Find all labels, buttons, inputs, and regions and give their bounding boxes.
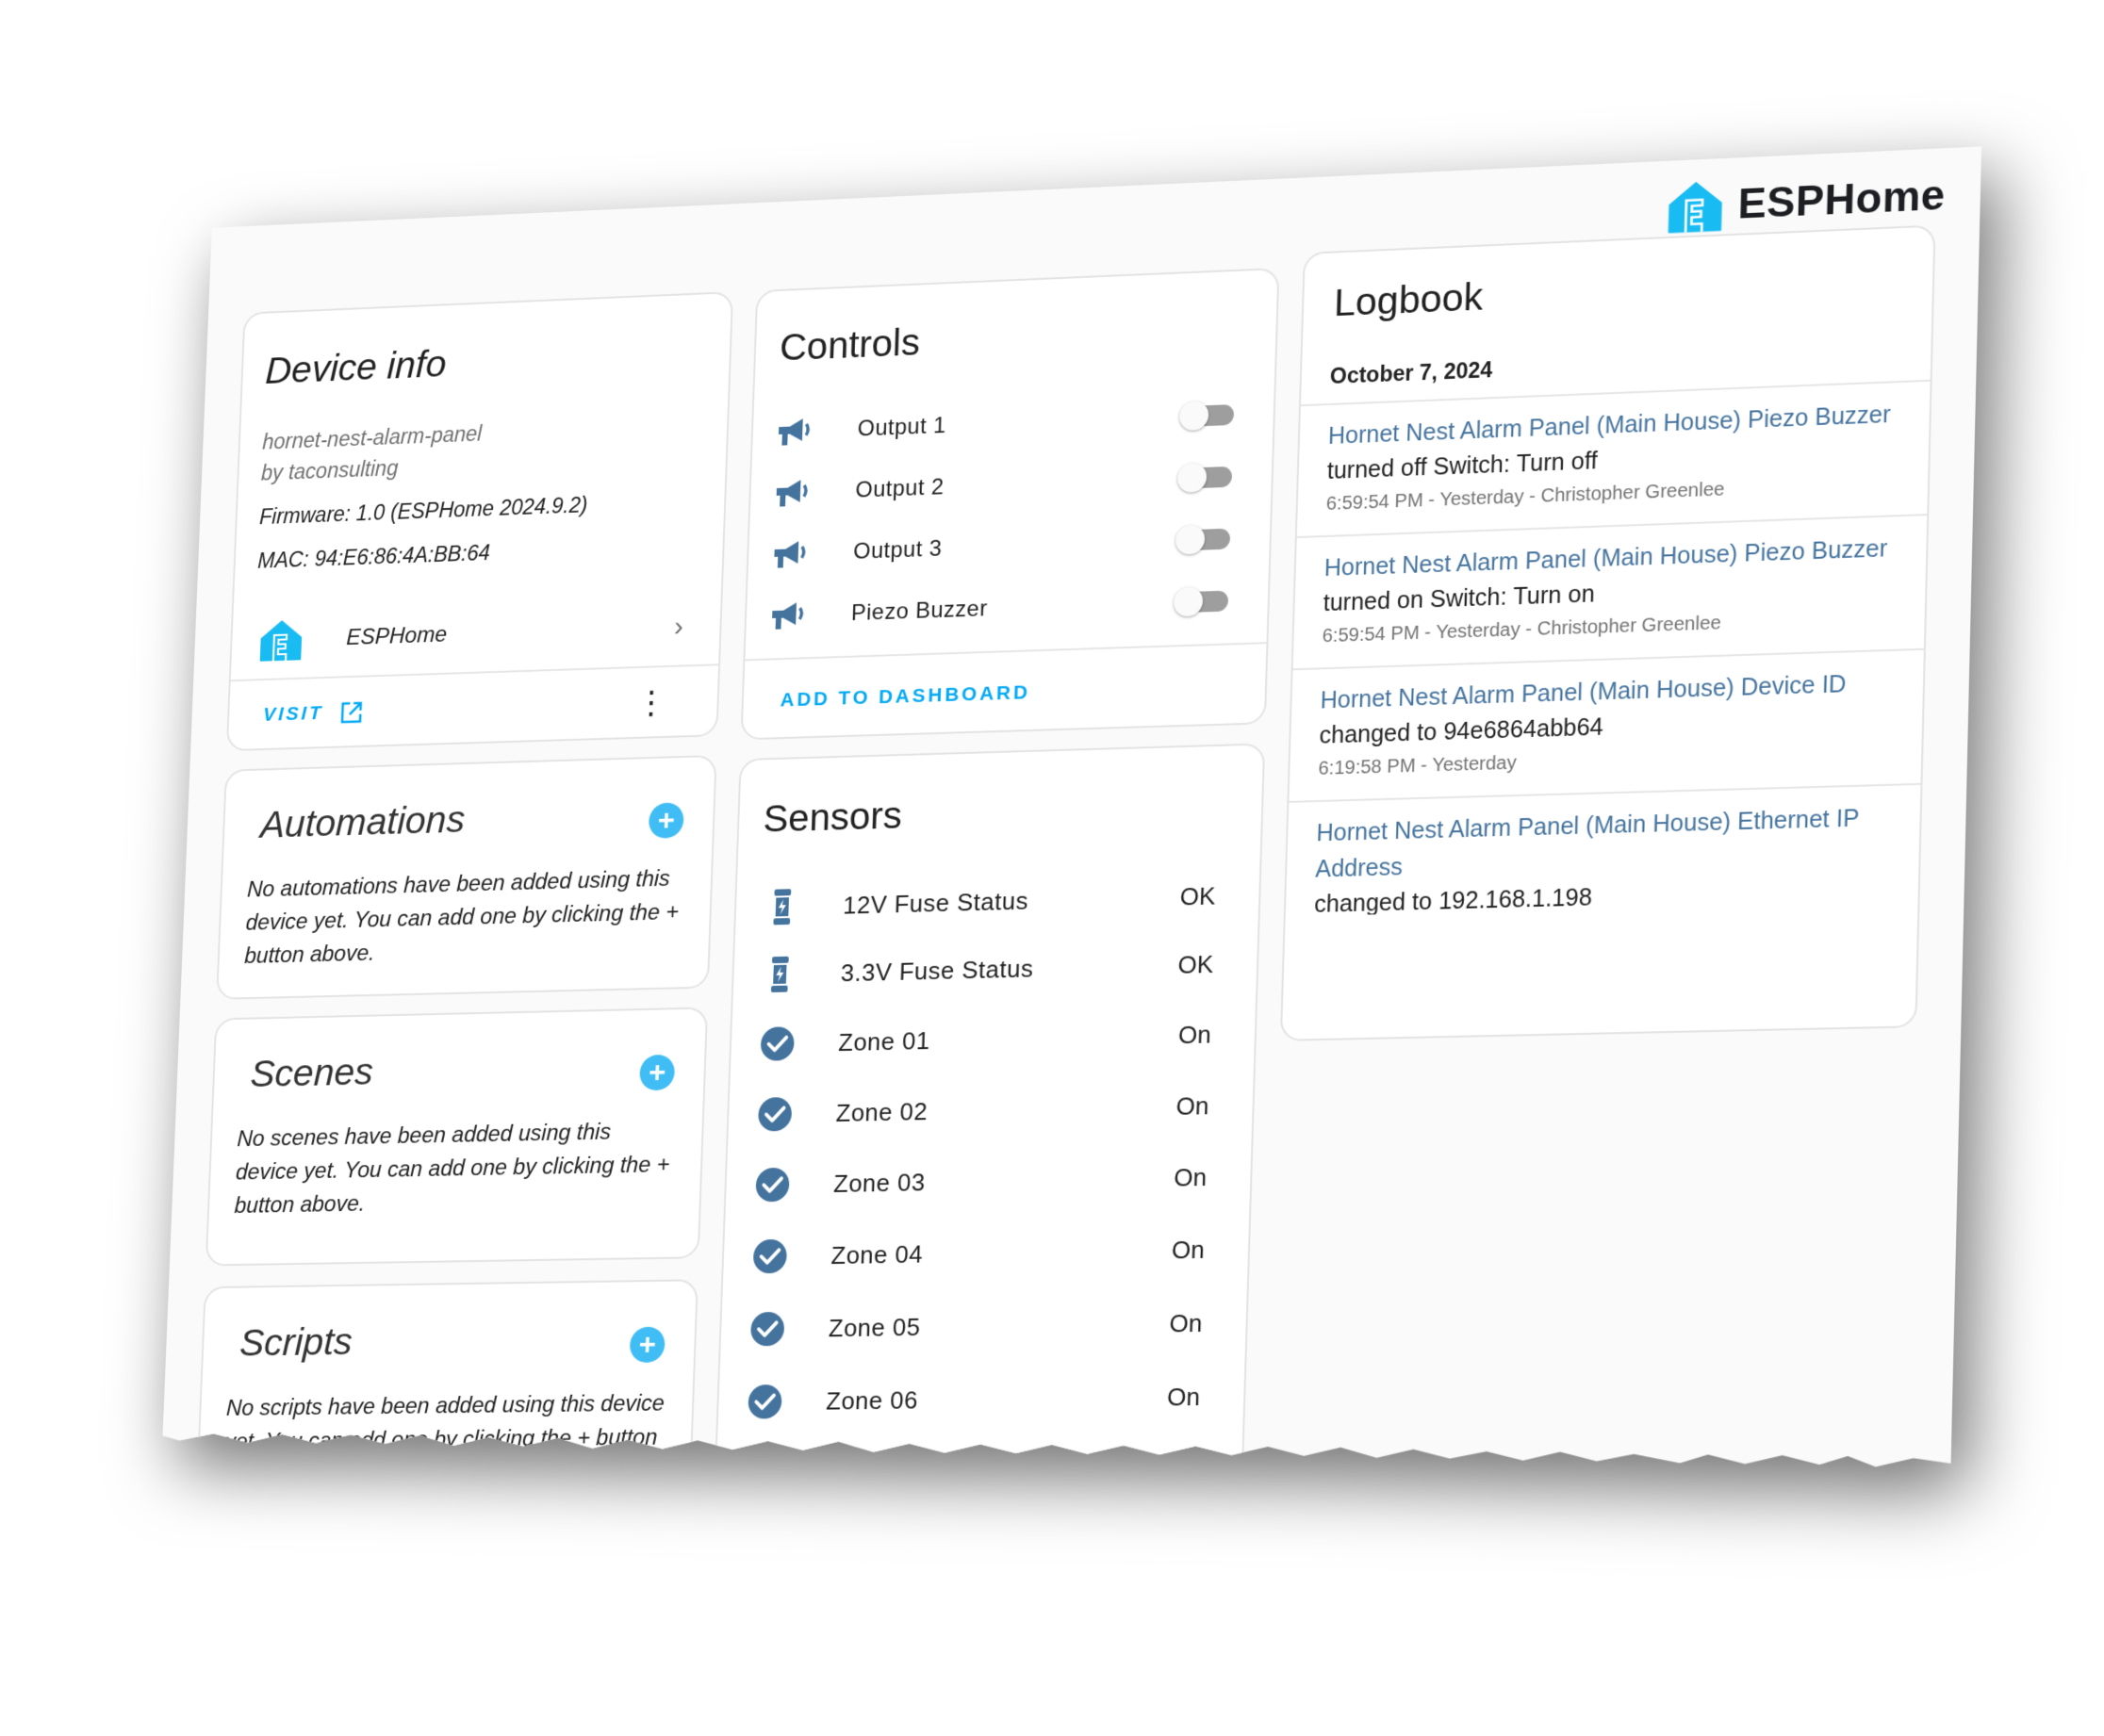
logbook-entry: Hornet Nest Alarm Panel (Main House) Pie… bbox=[1293, 516, 1928, 670]
automations-empty-text: No automations have been added using thi… bbox=[243, 865, 680, 969]
sensor-value: On bbox=[1166, 1382, 1201, 1412]
sensor-value: On bbox=[1169, 1308, 1203, 1337]
brand-name: ESPHome bbox=[1737, 172, 1947, 228]
esphome-house-icon bbox=[1666, 177, 1725, 237]
screenshot-stage: ESPHome Device info hornet-nest-alarm-pa… bbox=[0, 0, 2104, 1736]
fuse-icon bbox=[770, 888, 794, 925]
fuse-icon bbox=[768, 956, 792, 993]
sensor-value: On bbox=[1175, 1090, 1209, 1121]
sensor-row[interactable]: 3.3V Fuse Status OK bbox=[733, 935, 1258, 1004]
chevron-right-icon: › bbox=[673, 611, 684, 643]
check-circle-icon bbox=[757, 1096, 793, 1133]
device-mac: MAC: 94:E6:86:4A:BB:64 bbox=[256, 540, 491, 573]
logbook-date: October 7, 2024 bbox=[1329, 357, 1493, 389]
device-page: ESPHome Device info hornet-nest-alarm-pa… bbox=[158, 146, 1981, 1533]
sensor-value: OK bbox=[1179, 880, 1216, 910]
sensor-value: On bbox=[1177, 1019, 1212, 1049]
sensor-row[interactable]: Zone 06 On bbox=[717, 1368, 1244, 1431]
sensor-row[interactable]: Zone 02 On bbox=[728, 1076, 1253, 1143]
visit-button[interactable]: VISIT bbox=[263, 700, 364, 728]
check-circle-icon bbox=[747, 1384, 783, 1420]
sensor-row[interactable]: Zone 03 On bbox=[726, 1148, 1252, 1214]
bullhorn-icon bbox=[772, 539, 810, 570]
scripts-card: Scripts + No scripts have been added usi… bbox=[192, 1279, 699, 1584]
visit-label: VISIT bbox=[262, 702, 324, 726]
bullhorn-icon bbox=[774, 478, 812, 509]
control-toggle[interactable] bbox=[1174, 588, 1231, 614]
bullhorn-icon bbox=[777, 417, 814, 448]
sensor-row[interactable]: Zone 04 On bbox=[723, 1220, 1249, 1286]
check-circle-icon bbox=[752, 1238, 789, 1275]
device-actions: VISIT ⋮ bbox=[228, 665, 718, 751]
add-script-button[interactable]: + bbox=[630, 1327, 666, 1363]
automations-title: Automations bbox=[259, 797, 467, 846]
sensor-label: Zone 06 bbox=[825, 1384, 919, 1416]
open-in-new-icon bbox=[339, 700, 364, 725]
logbook-entry: Hornet Nest Alarm Panel (Main House) Eth… bbox=[1286, 785, 1921, 917]
sensor-label: Zone 04 bbox=[830, 1238, 924, 1269]
device-info-title: Device info bbox=[264, 342, 448, 392]
sensor-label: Zone 05 bbox=[828, 1312, 921, 1342]
device-model: hornet-nest-alarm-panel bbox=[261, 421, 483, 454]
scripts-title: Scripts bbox=[238, 1319, 353, 1365]
controls-card: Controls Output 1 Output 2 Output 3 Piez… bbox=[740, 268, 1279, 740]
logbook-list[interactable]: Hornet Nest Alarm Panel (Main House) Pie… bbox=[1286, 380, 1931, 917]
device-manufacturer: by taconsulting bbox=[260, 455, 399, 485]
dots-vertical-icon[interactable]: ⋮ bbox=[635, 687, 667, 720]
control-label: Output 2 bbox=[855, 474, 945, 503]
integration-label: ESPHome bbox=[345, 621, 448, 650]
sensors-card: Sensors 12V Fuse Status OK 3.3V Fuse Sta… bbox=[711, 743, 1265, 1566]
controls-title: Controls bbox=[779, 319, 921, 369]
scripts-empty-text: No scripts have been added using this de… bbox=[222, 1390, 666, 1488]
sensor-value: On bbox=[1171, 1235, 1206, 1265]
sensor-value: On bbox=[1164, 1456, 1199, 1486]
scenes-card: Scenes + No scenes have been added using… bbox=[205, 1007, 708, 1266]
control-label: Output 3 bbox=[852, 535, 943, 565]
logbook-card: Logbook October 7, 2024 Hornet Nest Alar… bbox=[1280, 224, 1936, 1040]
sensor-value: OK bbox=[1177, 949, 1214, 979]
device-info-card: Device info hornet-nest-alarm-panel by t… bbox=[226, 291, 733, 751]
control-label: Output 1 bbox=[857, 413, 947, 442]
sensor-label: Zone 01 bbox=[837, 1025, 931, 1056]
sensor-label: Zone 03 bbox=[832, 1167, 927, 1198]
device-firmware: Firmware: 1.0 (ESPHome 2024.9.2) bbox=[258, 492, 588, 530]
check-circle-icon bbox=[754, 1167, 791, 1204]
sensors-title: Sensors bbox=[762, 793, 903, 841]
control-toggle[interactable] bbox=[1177, 465, 1235, 491]
check-circle-icon bbox=[744, 1457, 781, 1494]
add-to-dashboard-button[interactable]: ADD TO DASHBOARD bbox=[780, 681, 1030, 712]
sensor-row[interactable]: Zone 05 On bbox=[720, 1294, 1246, 1358]
add-automation-button[interactable]: + bbox=[649, 802, 684, 839]
torn-paper-frame: ESPHome Device info hornet-nest-alarm-pa… bbox=[158, 146, 1981, 1533]
logbook-entry: Hornet Nest Alarm Panel (Main House) Pie… bbox=[1297, 382, 1931, 538]
sensor-label: 3.3V Fuse Status bbox=[840, 953, 1034, 987]
sensor-row[interactable]: Zone 01 On bbox=[731, 1005, 1256, 1073]
logbook-entry: Hornet Nest Alarm Panel (Main House) Dev… bbox=[1289, 650, 1923, 803]
esphome-house-icon bbox=[258, 618, 304, 662]
sensor-label: Zone 02 bbox=[835, 1096, 929, 1127]
add-scene-button[interactable]: + bbox=[639, 1055, 675, 1091]
scenes-empty-text: No scenes have been added using this dev… bbox=[234, 1119, 670, 1219]
scenes-title: Scenes bbox=[249, 1049, 374, 1095]
sensor-label: Zone 07 bbox=[823, 1459, 916, 1489]
control-label: Piezo Buzzer bbox=[850, 596, 989, 627]
logbook-title: Logbook bbox=[1333, 274, 1484, 325]
sensor-value: On bbox=[1173, 1162, 1208, 1192]
control-toggle[interactable] bbox=[1175, 527, 1233, 553]
automations-card: Automations + No automations have been a… bbox=[216, 755, 716, 1000]
sensor-row[interactable]: Zone 07 On bbox=[715, 1442, 1242, 1504]
sensor-label: 12V Fuse Status bbox=[842, 886, 1029, 920]
control-toggle[interactable] bbox=[1179, 402, 1236, 429]
bullhorn-icon bbox=[770, 600, 808, 631]
controls-footer: ADD TO DASHBOARD bbox=[742, 642, 1266, 740]
check-circle-icon bbox=[749, 1311, 786, 1348]
sensor-row[interactable]: 12V Fuse Status OK bbox=[735, 866, 1259, 936]
check-circle-icon bbox=[760, 1025, 796, 1062]
